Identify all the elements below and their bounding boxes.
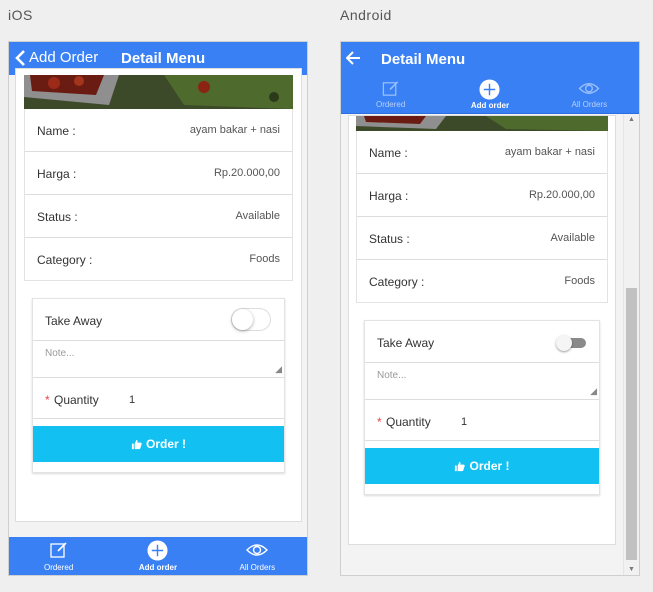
food-image: [356, 116, 608, 131]
take-away-toggle[interactable]: [556, 335, 586, 351]
detail-card: Name : ayam bakar + nasi Harga : Rp.20.0…: [24, 109, 293, 281]
ios-phone: Add Order Detail Menu Name : ayam bakar …: [8, 41, 308, 576]
tab-add-order[interactable]: Add order: [440, 79, 539, 110]
order-form: Take Away Note... ◢ * Quantity 1 Order !: [364, 320, 600, 495]
order-button-label: Order !: [145, 437, 186, 451]
category-value: Foods: [564, 275, 595, 287]
resize-grip-icon[interactable]: ◢: [590, 386, 597, 397]
edit-icon: [50, 542, 67, 558]
take-away-row: Take Away: [365, 321, 599, 363]
status-value: Available: [550, 232, 595, 244]
scroll-up-arrow-icon[interactable]: ▲: [624, 116, 639, 123]
android-header: Detail Menu: [341, 42, 639, 76]
detail-card: Name : ayam bakar + nasi Harga : Rp.20.0…: [356, 131, 608, 303]
android-label: Android: [340, 7, 392, 23]
tab-label: Ordered: [43, 563, 74, 572]
order-form: Take Away Note... ◢ * Quantity 1 Order !: [32, 298, 285, 473]
android-phone: Detail Menu Ordered Add order All Orders…: [340, 41, 640, 576]
scroll-thumb[interactable]: [626, 288, 637, 560]
scrollbar[interactable]: ▲ ▼: [623, 114, 639, 575]
take-away-label: Take Away: [45, 314, 103, 328]
tab-add-order[interactable]: Add order: [108, 540, 207, 572]
eye-icon: [246, 544, 269, 556]
order-button[interactable]: Order !: [33, 426, 284, 462]
required-mark: *: [45, 393, 50, 407]
quantity-label: Quantity: [386, 415, 431, 429]
tab-all-orders[interactable]: All Orders: [540, 79, 639, 109]
scroll-down-arrow-icon[interactable]: ▼: [624, 566, 639, 573]
ios-tabbar: Ordered Add order All Orders: [9, 537, 307, 575]
quantity-row: * Quantity 1: [365, 401, 599, 441]
back-button[interactable]: [346, 51, 364, 65]
chevron-left-icon: [15, 49, 25, 66]
resize-grip-icon[interactable]: ◢: [275, 364, 282, 375]
name-label: Name :: [37, 124, 76, 138]
back-button[interactable]: Add Order: [15, 49, 98, 66]
category-label: Category :: [369, 275, 425, 289]
tab-all-orders[interactable]: All Orders: [208, 540, 307, 572]
page-title: Detail Menu: [381, 51, 466, 68]
category-label: Category :: [37, 253, 93, 267]
status-row: Status : Available: [357, 217, 607, 260]
tab-ordered[interactable]: Ordered: [341, 79, 440, 109]
take-away-row: Take Away: [33, 299, 284, 341]
category-value: Foods: [249, 253, 280, 265]
order-button-label: Order !: [469, 459, 510, 473]
name-value: ayam bakar + nasi: [504, 146, 595, 158]
tab-ordered[interactable]: Ordered: [9, 540, 108, 572]
android-tabbar: Ordered Add order All Orders: [341, 76, 639, 114]
tab-label: Add order: [138, 563, 178, 572]
thumbs-up-icon: [131, 439, 142, 449]
ios-label: iOS: [8, 7, 33, 23]
status-row: Status : Available: [25, 195, 292, 238]
quantity-row: * Quantity 1: [33, 379, 284, 419]
add-circle-icon: [479, 79, 500, 100]
note-placeholder: Note...: [377, 370, 407, 381]
add-circle-icon: [147, 540, 168, 561]
order-button[interactable]: Order !: [365, 448, 599, 484]
note-field[interactable]: Note... ◢: [33, 341, 284, 378]
price-label: Harga :: [369, 189, 409, 203]
status-label: Status :: [37, 210, 78, 224]
price-label: Harga :: [37, 167, 77, 181]
category-row: Category : Foods: [25, 238, 292, 281]
name-row: Name : ayam bakar + nasi: [357, 131, 607, 174]
edit-icon: [382, 81, 398, 96]
name-row: Name : ayam bakar + nasi: [25, 109, 292, 152]
name-value: ayam bakar + nasi: [189, 124, 280, 136]
status-value: Available: [235, 210, 280, 222]
page-title: Detail Menu: [121, 50, 206, 67]
tab-label: All Orders: [571, 100, 608, 109]
tab-label: Add order: [470, 101, 510, 110]
take-away-label: Take Away: [377, 336, 435, 350]
price-row: Harga : Rp.20.000,00: [357, 174, 607, 217]
toggle-knob: [556, 335, 572, 351]
tab-label: All Orders: [239, 563, 276, 572]
eye-icon: [578, 83, 600, 94]
category-row: Category : Foods: [357, 260, 607, 303]
quantity-input[interactable]: 1: [461, 416, 467, 428]
arrow-left-icon: [346, 51, 360, 65]
price-value: Rp.20.000,00: [213, 167, 280, 179]
tab-label: Ordered: [375, 100, 406, 109]
name-label: Name :: [369, 146, 408, 160]
note-placeholder: Note...: [45, 348, 75, 359]
thumbs-up-icon: [455, 461, 466, 471]
price-row: Harga : Rp.20.000,00: [25, 152, 292, 195]
toggle-knob: [232, 309, 253, 330]
food-image: [24, 75, 293, 109]
quantity-label: Quantity: [54, 393, 99, 407]
note-field[interactable]: Note... ◢: [365, 363, 599, 400]
required-mark: *: [377, 415, 382, 429]
status-label: Status :: [369, 232, 410, 246]
price-value: Rp.20.000,00: [528, 189, 595, 201]
quantity-input[interactable]: 1: [129, 394, 135, 406]
back-label: Add Order: [29, 49, 99, 66]
take-away-toggle[interactable]: [231, 308, 271, 331]
